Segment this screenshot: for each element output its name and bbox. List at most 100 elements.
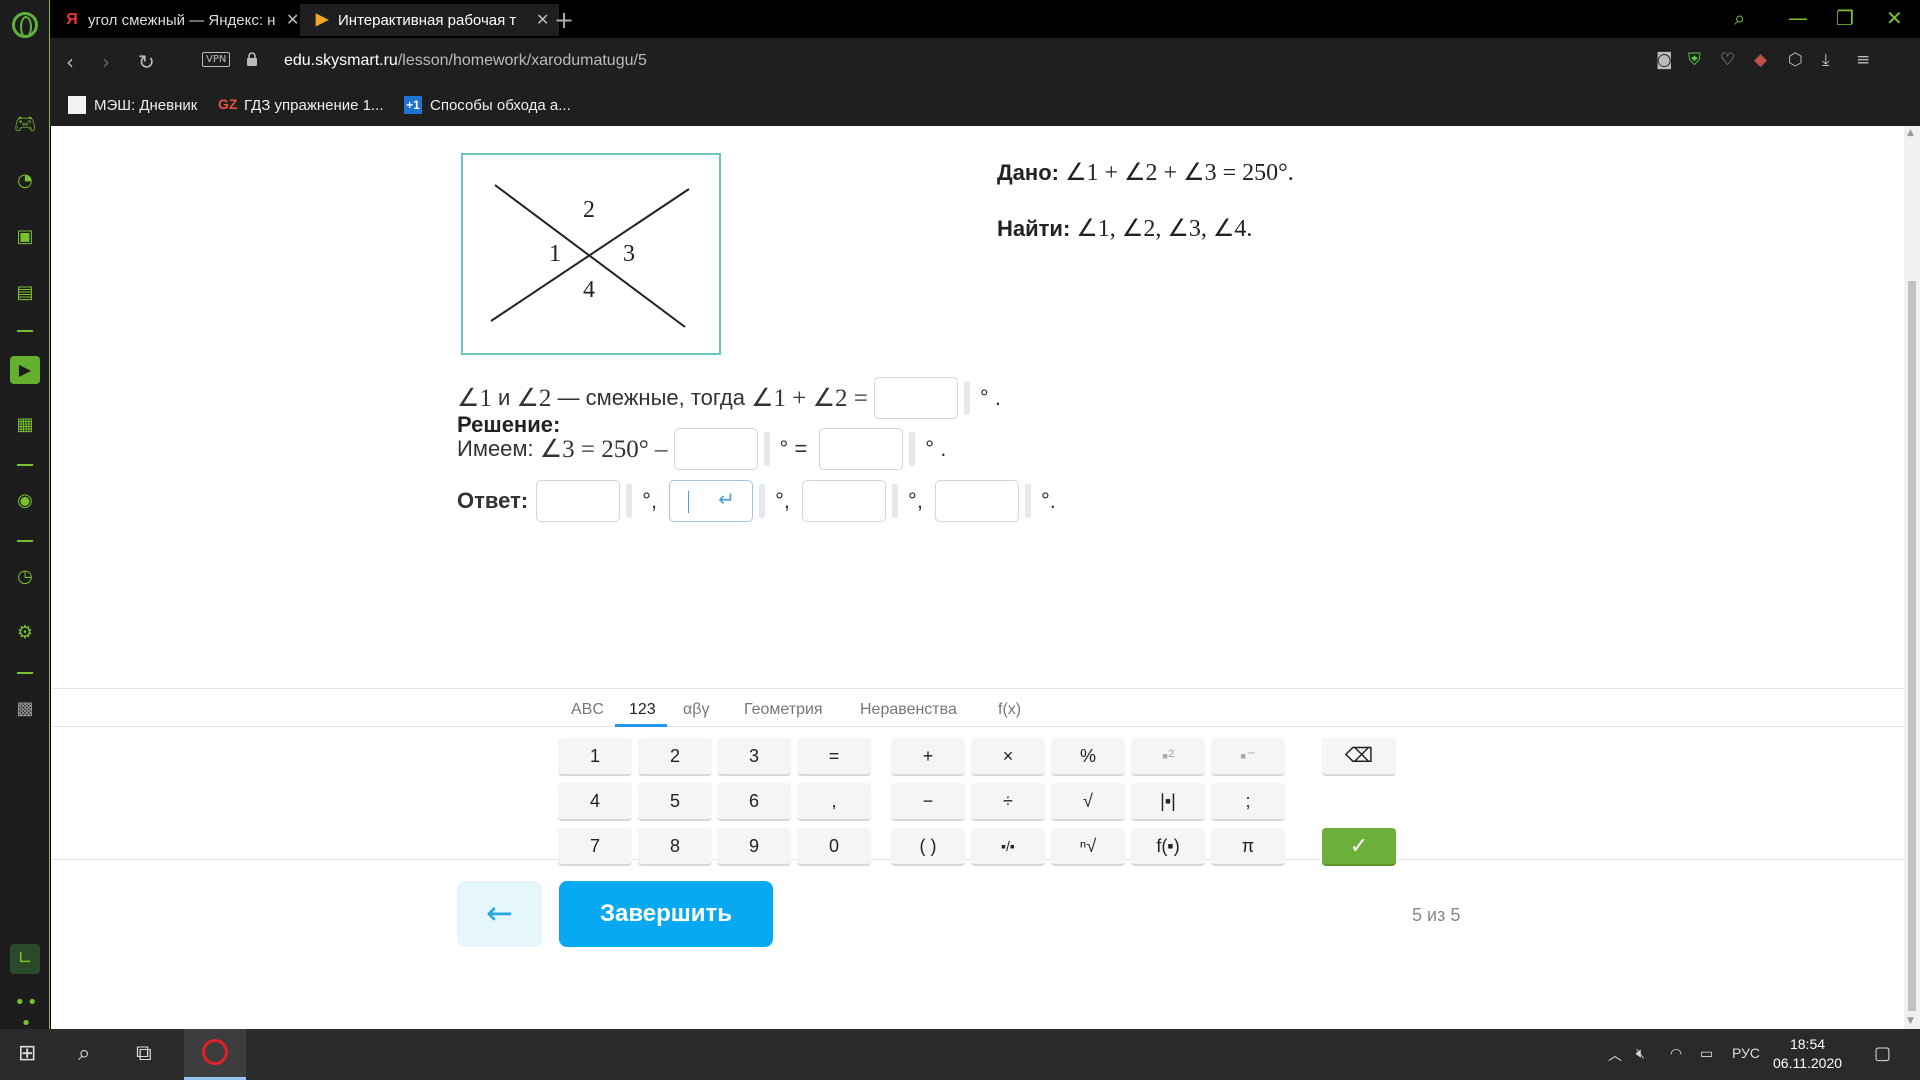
key-parentheses[interactable]: ( ): [891, 828, 965, 866]
shield-icon[interactable]: ⛨: [1688, 50, 1701, 70]
kb-tab-functions[interactable]: f(x): [998, 701, 1021, 719]
restore-icon[interactable]: ❐: [1836, 6, 1854, 30]
kb-tab-geometry[interactable]: Геометрия: [744, 701, 823, 719]
kb-tab-abc[interactable]: ABC: [571, 701, 604, 719]
key-square[interactable]: ▪²: [1131, 738, 1205, 776]
easy-setup-icon[interactable]: ≡: [1856, 50, 1870, 70]
enter-icon[interactable]: ↵: [718, 487, 735, 512]
scroll-down-icon[interactable]: ▼: [1907, 1016, 1914, 1026]
volume-muted-icon[interactable]: 🔇︎: [1636, 1045, 1645, 1062]
key-fraction[interactable]: ▪/▪: [971, 828, 1045, 866]
extension-icon[interactable]: ▩: [12, 696, 38, 722]
answer-input-angle2[interactable]: ↵: [669, 480, 754, 522]
key-3[interactable]: 3: [717, 738, 791, 776]
answer-input-angle4[interactable]: [934, 480, 1019, 522]
key-minus[interactable]: −: [891, 783, 965, 821]
vpn-badge[interactable]: VPN: [202, 52, 231, 67]
key-pi[interactable]: π: [1211, 828, 1285, 866]
lock-icon[interactable]: [246, 52, 258, 66]
new-tab-plus-icon[interactable]: +: [554, 6, 574, 34]
key-9[interactable]: 9: [717, 828, 791, 866]
close-window-icon[interactable]: ✕: [1886, 6, 1903, 30]
player-icon[interactable]: ▶: [10, 356, 40, 384]
key-4[interactable]: 4: [558, 783, 632, 821]
key-divide[interactable]: ÷: [971, 783, 1045, 821]
key-backspace[interactable]: ⌫: [1322, 738, 1396, 776]
sidebar-divider: [17, 540, 33, 542]
opera-logo-icon[interactable]: [12, 12, 38, 38]
language-indicator[interactable]: РУС: [1732, 1045, 1760, 1061]
forward-icon[interactable]: ›: [102, 50, 110, 74]
bookmark-bypass[interactable]: +1 Способы обхода а...: [404, 96, 571, 114]
system-clock[interactable]: 18:54 06.11.2020: [1773, 1035, 1842, 1073]
bookmark-mesh[interactable]: МЭШ: Дневник: [68, 96, 197, 114]
bag-icon[interactable]: ▣: [12, 224, 38, 250]
key-percent[interactable]: %: [1051, 738, 1125, 776]
search-icon[interactable]: ⌕: [78, 1041, 90, 1066]
tab-close-icon[interactable]: ✕: [286, 10, 299, 30]
tab-skysmart[interactable]: ▶ Интерактивная рабочая т ✕: [300, 4, 560, 36]
key-confirm[interactable]: ✓: [1322, 828, 1396, 866]
box-icon[interactable]: ⬡: [1788, 50, 1803, 70]
key-sqrt[interactable]: √: [1051, 783, 1125, 821]
answer-input-angle3[interactable]: [819, 428, 904, 470]
key-abs[interactable]: |▪|: [1131, 783, 1205, 821]
windows-start-icon[interactable]: ⊞: [18, 1041, 36, 1066]
kb-tab-123[interactable]: 123: [629, 701, 656, 719]
finish-button[interactable]: Завершить: [559, 881, 773, 947]
gamepad-icon[interactable]: 🎮︎: [12, 112, 38, 138]
history-icon[interactable]: ◷: [12, 564, 38, 590]
previous-task-button[interactable]: ←: [457, 881, 542, 947]
minimize-icon[interactable]: —: [1788, 6, 1808, 30]
twitch-icon[interactable]: ▤: [12, 280, 38, 306]
key-8[interactable]: 8: [638, 828, 712, 866]
search-tabs-icon[interactable]: ⌕: [1734, 6, 1745, 30]
kb-tab-greek[interactable]: αβγ: [683, 701, 709, 719]
more-dots-icon[interactable]: • • •: [12, 992, 38, 1034]
key-nth-root[interactable]: ⁿ√: [1051, 828, 1125, 866]
text-cursor: [688, 491, 690, 513]
key-plus[interactable]: +: [891, 738, 965, 776]
taskbar-opera[interactable]: [184, 1029, 246, 1080]
kb-tab-inequalities[interactable]: Неравенства: [860, 701, 957, 719]
answer-input-sum[interactable]: [873, 377, 958, 419]
battery-icon[interactable]: ▭: [1700, 1045, 1713, 1062]
scroll-thumb[interactable]: [1908, 281, 1916, 1011]
bookmark-gdz[interactable]: GZ ГДЗ упражнение 1...: [218, 96, 384, 114]
extension-cube-icon[interactable]: ◆: [1754, 50, 1767, 70]
key-multiply[interactable]: ×: [971, 738, 1045, 776]
back-icon[interactable]: ‹: [66, 50, 74, 74]
task-view-icon[interactable]: ⧉: [136, 1041, 152, 1066]
camera-icon[interactable]: ◙: [1656, 50, 1673, 70]
key-function[interactable]: f(▪): [1131, 828, 1205, 866]
key-0[interactable]: 0: [797, 828, 871, 866]
notifications-icon[interactable]: ▢: [1874, 1043, 1891, 1064]
reload-icon[interactable]: ↻: [138, 50, 155, 74]
key-5[interactable]: 5: [638, 783, 712, 821]
answer-input-subtrahend[interactable]: [673, 428, 758, 470]
page-scrollbar[interactable]: ▲ ▼: [1904, 126, 1920, 1029]
answer-input-angle1[interactable]: [536, 480, 621, 522]
key-semicolon[interactable]: ;: [1211, 783, 1285, 821]
key-comma[interactable]: ,: [797, 783, 871, 821]
key-1[interactable]: 1: [558, 738, 632, 776]
answer-input-angle3-final[interactable]: [802, 480, 887, 522]
tab-close-icon[interactable]: ✕: [536, 10, 549, 30]
tab-yandex[interactable]: Я угол смежный — Яндекс: н ✕: [50, 4, 309, 36]
key-2[interactable]: 2: [638, 738, 712, 776]
network-icon[interactable]: ◠: [1670, 1045, 1682, 1062]
tray-chevron-icon[interactable]: ︿: [1608, 1045, 1622, 1065]
workspace-icon[interactable]: ∟: [10, 944, 40, 974]
download-icon[interactable]: ⤓: [1822, 50, 1830, 70]
heart-icon[interactable]: ♡: [1720, 50, 1735, 70]
key-6[interactable]: 6: [717, 783, 791, 821]
key-equals[interactable]: =: [797, 738, 871, 776]
whatsapp-icon[interactable]: ◉: [12, 488, 38, 514]
settings-gear-icon[interactable]: ⚙: [12, 620, 38, 646]
controller-icon[interactable]: ▦: [12, 412, 38, 438]
key-power[interactable]: ▪⁻: [1211, 738, 1285, 776]
scroll-up-icon[interactable]: ▲: [1907, 128, 1914, 138]
speedometer-icon[interactable]: ◔: [12, 168, 38, 194]
key-7[interactable]: 7: [558, 828, 632, 866]
url-field[interactable]: edu.skysmart.ru/lesson/homework/xaroduma…: [284, 52, 647, 70]
